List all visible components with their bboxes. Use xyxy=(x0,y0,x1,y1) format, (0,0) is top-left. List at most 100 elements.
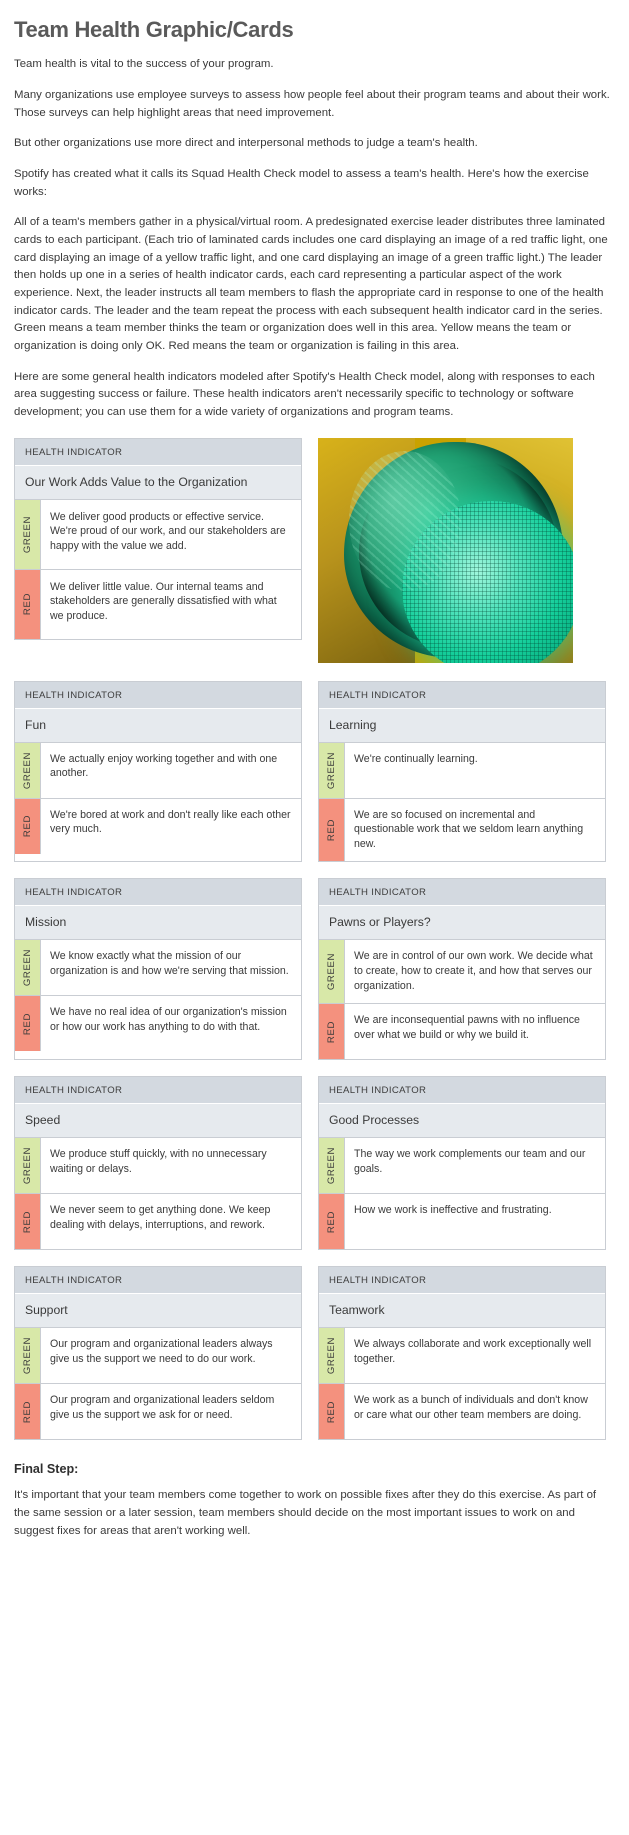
card-red-row: RED We work as a bunch of individuals an… xyxy=(319,1383,605,1440)
green-tab: GREEN xyxy=(15,1138,41,1194)
card-header-label: HEALTH INDICATOR xyxy=(319,681,605,708)
red-tab: RED xyxy=(15,996,41,1052)
health-indicator-card-good-processes: HEALTH INDICATOR Good Processes GREEN Th… xyxy=(318,1076,606,1251)
red-tab-label: RED xyxy=(326,818,337,842)
green-response-text: We deliver good products or effective se… xyxy=(50,510,286,552)
red-tab-label: RED xyxy=(326,1020,337,1043)
red-response-text: We are inconsequential pawns with no inf… xyxy=(354,1014,580,1041)
red-tab: RED xyxy=(15,798,41,854)
green-response-text: We're continually learning. xyxy=(354,752,478,765)
card-red-row: RED We deliver little value. Our interna… xyxy=(15,568,301,639)
red-tab-label: RED xyxy=(22,1012,33,1035)
green-tab-label: GREEN xyxy=(22,751,33,789)
intro-paragraph-3: But other organizations use more direct … xyxy=(14,137,478,150)
red-tab: RED xyxy=(319,798,345,862)
card-red-row: RED We're bored at work and don't really… xyxy=(15,797,301,854)
traffic-light-glass-sheen xyxy=(348,451,461,591)
card-red-row: RED We never seem to get anything done. … xyxy=(15,1193,301,1250)
card-header-label: HEALTH INDICATOR xyxy=(319,1077,605,1104)
red-tab-label: RED xyxy=(326,1400,337,1423)
card-header-label: HEALTH INDICATOR xyxy=(15,1267,301,1294)
intro-paragraph-5: All of a team's members gather in a phys… xyxy=(14,216,608,352)
card-header-label: HEALTH INDICATOR xyxy=(15,438,301,465)
green-traffic-light-photo xyxy=(318,437,573,663)
card-title: Fun xyxy=(15,707,301,742)
red-response-text: How we work is ineffective and frustrati… xyxy=(354,1204,552,1217)
green-tab: GREEN xyxy=(15,1328,41,1384)
green-tab-label: GREEN xyxy=(326,953,337,991)
red-tab-label: RED xyxy=(22,593,33,616)
page-title: Team Health Graphic/Cards xyxy=(14,17,294,42)
card-title: Support xyxy=(15,1293,301,1328)
red-tab: RED xyxy=(15,1384,41,1440)
green-response-text: Our program and organizational leaders a… xyxy=(50,1338,273,1365)
red-tab: RED xyxy=(15,569,41,639)
green-tab-label: GREEN xyxy=(22,949,33,987)
green-tab-label: GREEN xyxy=(326,1147,337,1185)
green-response-text: We know exactly what the mission of our … xyxy=(50,950,289,978)
card-green-row: GREEN We produce stuff quickly, with no … xyxy=(15,1137,301,1194)
card-title: Mission xyxy=(15,905,301,940)
intro-paragraph-4: Spotify has created what it calls its Sq… xyxy=(14,167,589,198)
red-tab: RED xyxy=(319,1194,345,1250)
document-page: Team Health Graphic/Cards Team health is… xyxy=(0,0,629,1558)
green-response-text: We always collaborate and work exception… xyxy=(354,1338,592,1365)
health-indicator-card-teamwork: HEALTH INDICATOR Teamwork GREEN We alway… xyxy=(318,1266,606,1441)
card-title: Speed xyxy=(15,1103,301,1138)
intro-paragraph-2: Many organizations use employee surveys … xyxy=(14,88,610,119)
card-green-row: GREEN We're continually learning. xyxy=(319,741,605,798)
health-indicator-card-grid: HEALTH INDICATOR Fun GREEN We actually e… xyxy=(14,680,615,1441)
red-tab: RED xyxy=(15,1194,41,1250)
health-indicator-card-pawns-or-players: HEALTH INDICATOR Pawns or Players? GREEN… xyxy=(318,878,606,1061)
green-tab-label: GREEN xyxy=(22,1337,33,1375)
card-title: Teamwork xyxy=(319,1293,605,1328)
card-green-row: GREEN The way we work complements our te… xyxy=(319,1137,605,1194)
red-tab-label: RED xyxy=(326,1210,337,1233)
card-green-row: GREEN We deliver good products or effect… xyxy=(15,498,301,569)
intro-paragraph-6: Here are some general health indicators … xyxy=(14,370,595,418)
card-header-label: HEALTH INDICATOR xyxy=(319,1267,605,1294)
card-title: Learning xyxy=(319,707,605,742)
health-indicator-card-mission: HEALTH INDICATOR Mission GREEN We know e… xyxy=(14,878,302,1061)
red-response-text: We never seem to get anything done. We k… xyxy=(50,1204,271,1231)
card-red-row: RED We are so focused on incremental and… xyxy=(319,797,605,862)
red-response-text: We have no real idea of our organization… xyxy=(50,1006,287,1034)
green-tab-label: GREEN xyxy=(326,1337,337,1375)
health-indicator-card-support: HEALTH INDICATOR Support GREEN Our progr… xyxy=(14,1266,302,1441)
card-red-row: RED How we work is ineffective and frust… xyxy=(319,1193,605,1250)
red-tab-label: RED xyxy=(22,1400,33,1423)
card-green-row: GREEN We actually enjoy working together… xyxy=(15,741,301,798)
red-tab-label: RED xyxy=(22,1210,33,1233)
health-indicator-card-learning: HEALTH INDICATOR Learning GREEN We're co… xyxy=(318,680,606,863)
red-tab: RED xyxy=(319,1004,345,1060)
featured-card-row: HEALTH INDICATOR Our Work Adds Value to … xyxy=(14,437,615,663)
card-red-row: RED We are inconsequential pawns with no… xyxy=(319,1003,605,1060)
green-tab: GREEN xyxy=(319,940,345,1004)
health-indicator-card-speed: HEALTH INDICATOR Speed GREEN We produce … xyxy=(14,1076,302,1251)
green-tab: GREEN xyxy=(319,1328,345,1384)
card-title: Pawns or Players? xyxy=(319,905,605,940)
card-title: Good Processes xyxy=(319,1103,605,1138)
card-green-row: GREEN We are in control of our own work.… xyxy=(319,939,605,1004)
red-tab-label: RED xyxy=(22,815,33,838)
red-response-text: Our program and organizational leaders s… xyxy=(50,1394,275,1421)
green-response-text: We produce stuff quickly, with no unnece… xyxy=(50,1148,267,1175)
red-response-text: We deliver little value. Our internal te… xyxy=(50,580,277,622)
card-red-row: RED Our program and organizational leade… xyxy=(15,1383,301,1440)
green-tab: GREEN xyxy=(15,742,41,798)
green-response-text: We actually enjoy working together and w… xyxy=(50,752,278,780)
final-step-section: Final Step: It's important that your tea… xyxy=(14,1462,615,1540)
card-header-label: HEALTH INDICATOR xyxy=(319,879,605,906)
health-indicator-card-value: HEALTH INDICATOR Our Work Adds Value to … xyxy=(14,437,302,640)
intro-paragraph-1: Team health is vital to the success of y… xyxy=(14,58,274,71)
red-response-text: We work as a bunch of individuals and do… xyxy=(354,1394,588,1421)
red-response-text: We are so focused on incremental and que… xyxy=(354,808,584,850)
card-red-row: RED We have no real idea of our organiza… xyxy=(15,995,301,1052)
card-green-row: GREEN We know exactly what the mission o… xyxy=(15,939,301,996)
green-tab: GREEN xyxy=(15,940,41,996)
card-header-label: HEALTH INDICATOR xyxy=(15,681,301,708)
card-header-label: HEALTH INDICATOR xyxy=(15,1077,301,1104)
red-tab: RED xyxy=(319,1384,345,1440)
green-response-text: We are in control of our own work. We de… xyxy=(354,950,593,992)
green-tab-label: GREEN xyxy=(22,515,33,553)
